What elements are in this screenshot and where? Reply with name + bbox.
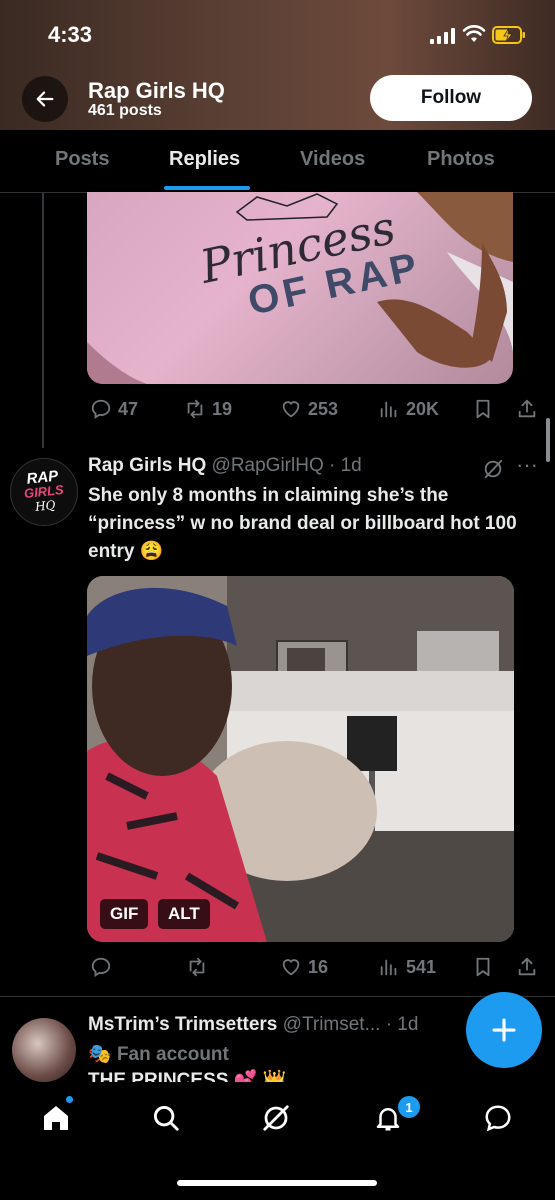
post-header: MsTrim’s Trimsetters @Trimset... · 1d <box>88 1014 418 1036</box>
profile-posts-count: 461 posts <box>88 102 162 119</box>
views-action[interactable]: 541 <box>378 956 436 978</box>
like-count: 16 <box>308 956 329 977</box>
home-unread-dot <box>66 1096 73 1103</box>
repost-count: 19 <box>212 398 233 419</box>
fan-account-label: 🎭 Fan account <box>88 1042 229 1066</box>
post-text: THE PRINCESS 💕 👑 <box>88 1070 287 1082</box>
views-action[interactable]: 20K <box>378 398 439 420</box>
share-action[interactable] <box>516 398 544 420</box>
share-icon <box>518 957 536 976</box>
post-gif-media[interactable] <box>87 576 514 942</box>
compose-button[interactable] <box>466 992 542 1068</box>
plus-icon <box>492 1018 516 1042</box>
fan-account-text: Fan account <box>116 1044 229 1065</box>
scrollbar[interactable] <box>546 418 550 462</box>
grok-icon[interactable] <box>482 458 504 480</box>
views-chart-icon <box>380 401 397 418</box>
reply-icon <box>91 399 111 419</box>
follow-button[interactable]: Follow <box>370 75 532 121</box>
post-handle-time[interactable]: @Trimset... · 1d <box>283 1014 419 1035</box>
avatar-rap-girls-hq[interactable]: RAP GIRLS HQ <box>10 458 78 526</box>
avatar-mstrim[interactable] <box>12 1018 76 1082</box>
bookmark-action[interactable] <box>472 398 500 420</box>
post-author-name[interactable]: MsTrim’s Trimsetters <box>88 1014 277 1035</box>
profile-title: Rap Girls HQ <box>88 78 225 103</box>
post-header: Rap Girls HQ @RapGirlHQ · 1d <box>88 455 362 477</box>
share-action[interactable] <box>516 956 544 978</box>
heart-icon <box>282 401 300 418</box>
post-image-princess-shirt[interactable]: Princess OF RAP <box>87 192 513 384</box>
back-button[interactable] <box>22 76 68 122</box>
post-divider <box>0 996 555 997</box>
bookmark-icon <box>476 399 490 419</box>
like-action[interactable]: 253 <box>280 398 338 420</box>
theater-masks-icon: 🎭 <box>88 1044 112 1065</box>
nav-grok[interactable] <box>258 1100 294 1136</box>
bookmark-action[interactable] <box>472 956 500 978</box>
reply-action[interactable]: 47 <box>90 398 138 420</box>
views-count: 20K <box>406 398 440 419</box>
like-count: 253 <box>308 398 339 419</box>
views-count: 541 <box>406 956 437 977</box>
status-bar: 4:33 <box>0 0 555 70</box>
home-indicator <box>177 1180 377 1186</box>
repost-icon <box>187 399 203 419</box>
tab-videos[interactable]: Videos <box>300 148 365 171</box>
reply-icon <box>91 957 111 977</box>
arrow-left-icon <box>36 91 54 107</box>
home-icon <box>44 1106 68 1130</box>
notifications-badge: 1 <box>396 1094 422 1120</box>
gif-badge: GIF <box>100 899 149 929</box>
thread-line <box>42 192 44 448</box>
tab-posts[interactable]: Posts <box>55 148 109 171</box>
search-icon <box>153 1105 179 1131</box>
bookmark-icon <box>476 957 490 977</box>
message-icon <box>485 1105 511 1132</box>
reply-count: 47 <box>118 398 139 419</box>
more-options-icon[interactable]: ··· <box>516 452 538 478</box>
tab-replies[interactable]: Replies <box>169 148 240 171</box>
repost-action[interactable]: 19 <box>184 398 232 420</box>
active-tab-indicator <box>164 186 250 190</box>
reply-action[interactable] <box>90 956 118 978</box>
tab-photos[interactable]: Photos <box>427 148 495 171</box>
nav-home[interactable] <box>38 1100 74 1136</box>
cellular-signal-icon <box>430 28 455 44</box>
nav-search[interactable] <box>148 1100 184 1136</box>
post-author-name[interactable]: Rap Girls HQ <box>88 455 206 476</box>
heart-icon <box>282 959 300 976</box>
battery-charging-icon <box>492 26 525 44</box>
repost-action[interactable] <box>186 956 214 978</box>
nav-messages[interactable] <box>480 1100 516 1136</box>
wifi-icon <box>462 25 486 42</box>
post-text: She only 8 months in claiming she’s the … <box>88 485 517 562</box>
repost-icon <box>189 957 205 977</box>
share-icon <box>518 399 536 418</box>
status-time: 4:33 <box>48 22 93 47</box>
views-chart-icon <box>380 959 397 976</box>
like-action[interactable]: 16 <box>280 956 328 978</box>
alt-badge[interactable]: ALT <box>158 899 210 929</box>
post-handle-time[interactable]: @RapGirlHQ · 1d <box>212 455 362 476</box>
grok-icon <box>263 1105 289 1131</box>
